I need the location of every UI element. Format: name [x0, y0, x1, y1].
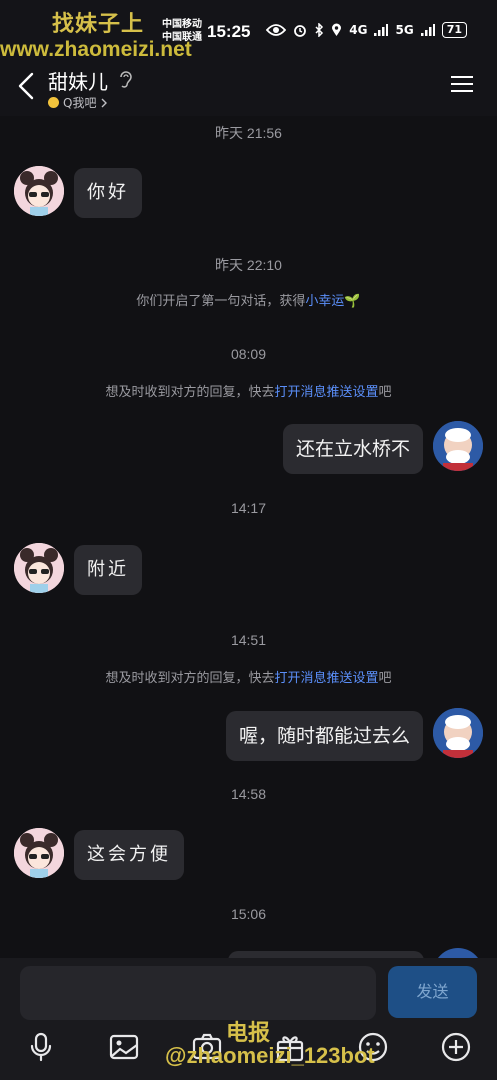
network-4g-label: 4G — [349, 23, 368, 37]
outgoing-message-partial[interactable] — [228, 951, 424, 958]
chevron-right-icon — [101, 98, 108, 107]
contact-status-text: Q我吧 — [63, 96, 97, 110]
timestamp: 15:06 — [230, 906, 267, 922]
microphone-icon[interactable] — [24, 1030, 58, 1064]
eye-icon — [266, 24, 287, 36]
outgoing-message[interactable]: 还在立水桥不 — [282, 424, 423, 474]
message-input[interactable] — [20, 966, 376, 1020]
signal-icon — [374, 24, 389, 36]
network-5g-label: 5G — [395, 23, 414, 37]
system-notice-text: 你们开启了第一句对话，获得 — [136, 294, 306, 309]
timestamp: 14:17 — [230, 500, 267, 516]
incoming-message[interactable]: 附近 — [74, 545, 142, 595]
sprout-emoji: 🌱 — [344, 294, 361, 309]
girl-avatar-icon — [14, 166, 64, 216]
contact-status[interactable]: Q我吧 — [48, 94, 108, 111]
lucky-link[interactable]: 小幸运 — [305, 294, 344, 309]
carrier-1: 中国移动 — [162, 19, 202, 30]
my-avatar[interactable] — [433, 708, 483, 758]
old-man-avatar-icon — [433, 708, 483, 758]
system-notice-text: 想及时收到对方的回复，快去 — [105, 385, 275, 400]
battery-indicator: 71 — [441, 22, 467, 38]
push-settings-link[interactable]: 打开消息推送设置 — [274, 671, 378, 686]
alarm-icon — [294, 25, 307, 37]
system-notice: 你们开启了第一句对话，获得小幸运🌱 — [0, 290, 497, 309]
system-notice: 想及时收到对方的回复，快去打开消息推送设置吧 — [0, 381, 497, 400]
menu-icon[interactable] — [451, 74, 473, 94]
girl-avatar-icon — [14, 543, 64, 593]
my-avatar[interactable] — [433, 421, 483, 471]
girl-avatar-icon — [14, 828, 64, 878]
contact-avatar[interactable] — [14, 828, 64, 878]
plus-icon[interactable] — [439, 1030, 473, 1064]
my-avatar-partial[interactable] — [433, 948, 483, 958]
signal-icon-2 — [420, 24, 435, 36]
back-arrow-icon[interactable] — [14, 70, 42, 102]
chat-header: 甜妹儿 Q我吧 — [0, 64, 497, 116]
system-notice: 想及时收到对方的回复，快去打开消息推送设置吧 — [0, 667, 497, 686]
location-icon — [332, 23, 342, 36]
system-notice-suffix: 吧 — [378, 671, 392, 686]
bluetooth-icon — [315, 23, 324, 37]
timestamp: 14:58 — [230, 786, 267, 802]
timestamp: 昨天 21:56 — [215, 125, 282, 141]
outgoing-message[interactable]: 喔，随时都能过去么 — [225, 711, 423, 761]
status-time: 15:25 — [207, 22, 251, 41]
smile-emoji-icon — [48, 97, 59, 108]
image-icon[interactable] — [107, 1030, 141, 1064]
watermark-bottom-2: @zhaomeizi_123bot — [165, 1043, 375, 1068]
ear-icon[interactable] — [118, 69, 132, 89]
send-button[interactable]: 发送 — [388, 966, 477, 1018]
watermark-url: www.zhaomeizi.net — [0, 38, 192, 61]
incoming-message[interactable]: 这会方便 — [74, 830, 184, 880]
system-notice-text: 想及时收到对方的回复，快去 — [105, 671, 275, 686]
contact-avatar[interactable] — [14, 543, 64, 593]
push-settings-link[interactable]: 打开消息推送设置 — [274, 385, 378, 400]
timestamp: 昨天 22:10 — [215, 257, 282, 273]
system-notice-suffix: 吧 — [378, 385, 392, 400]
message-list[interactable]: 昨天 21:56 你好 昨天 22:10 你们开启了第一句对话，获得小幸运🌱 0… — [0, 116, 497, 958]
watermark-top: 找妹子上 — [52, 12, 145, 37]
old-man-avatar-icon — [433, 421, 483, 471]
timestamp: 08:09 — [230, 346, 267, 362]
timestamp: 14:51 — [230, 632, 267, 648]
contact-name[interactable]: 甜妹儿 — [48, 66, 108, 95]
contact-avatar[interactable] — [14, 166, 64, 216]
incoming-message[interactable]: 你好 — [74, 168, 142, 218]
status-icons: 4G 5G 71 — [266, 22, 467, 38]
